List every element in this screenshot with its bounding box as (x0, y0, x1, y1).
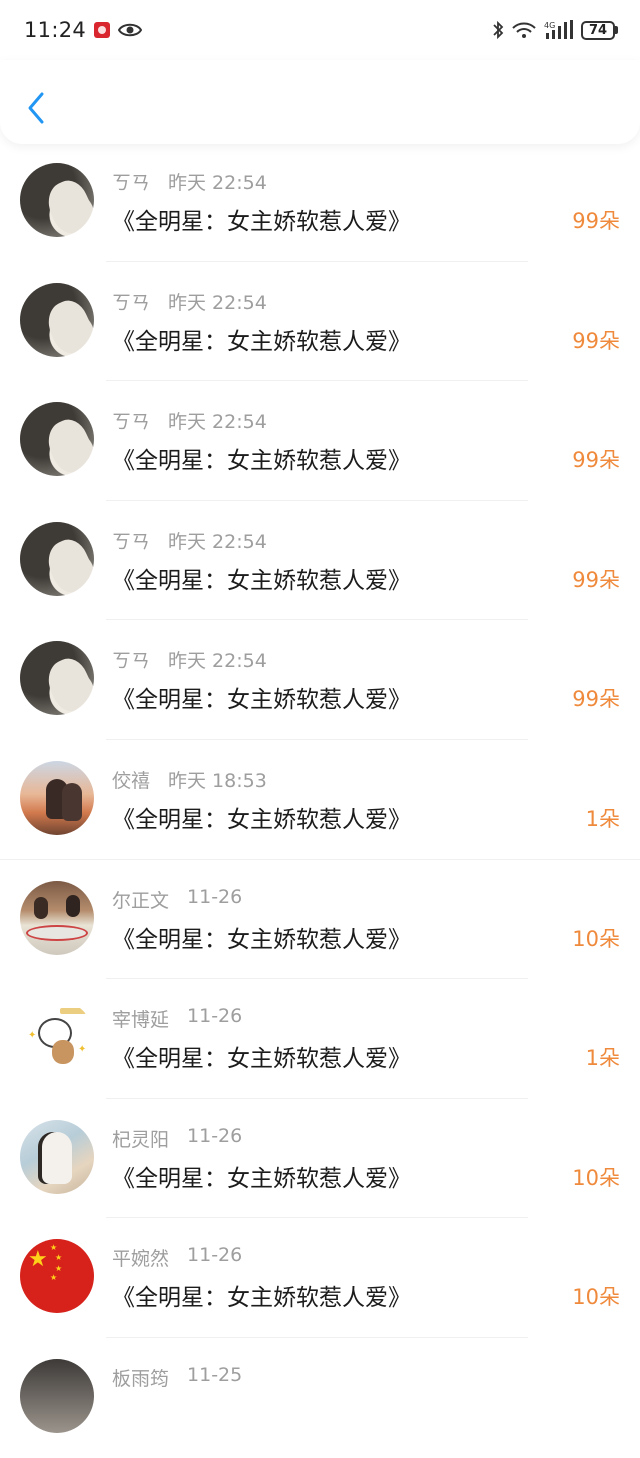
list-item[interactable]: 杞灵阳 11-26 《全明星：女主娇软惹人爱》 10朵 (0, 1099, 640, 1219)
avatar[interactable] (20, 1358, 94, 1433)
back-button[interactable] (18, 86, 54, 130)
avatar[interactable] (20, 760, 94, 835)
row-meta: ㄎㄢ 昨天 22:54 (112, 407, 267, 434)
avatar[interactable] (20, 402, 94, 477)
flower-count: 10朵 (572, 1165, 620, 1190)
list-item[interactable]: ㄎㄢ 昨天 22:54 《全明星：女主娇软惹人爱》 99朵 (0, 620, 640, 740)
avatar[interactable]: ★ ★ ★ ★ ★ (20, 1239, 94, 1314)
book-title: 《全明星：女主娇软惹人爱》 (112, 567, 411, 594)
gift-time: 11-26 (187, 1005, 243, 1028)
user-name: ㄎㄢ (112, 172, 151, 194)
user-name: 宰博延 (112, 1009, 170, 1032)
user-name: 佼禧 (112, 769, 151, 792)
gift-time: 昨天 22:54 (168, 530, 267, 553)
signal-icon: 4G (544, 20, 573, 39)
book-title: 《全明星：女主娇软惹人爱》 (112, 1165, 411, 1192)
row-meta: 宰博延 11-26 (112, 1005, 242, 1032)
gift-time: 11-26 (187, 1244, 243, 1267)
row-meta: ㄎㄢ 昨天 22:54 (112, 527, 267, 554)
row-meta: 平婉然 11-26 (112, 1244, 242, 1271)
gift-time: 昨天 22:54 (168, 172, 267, 194)
row-meta: 尔正文 11-26 (112, 886, 242, 913)
list-item[interactable]: 佼禧 昨天 18:53 《全明星：女主娇软惹人爱》 1朵 (0, 740, 640, 860)
user-name: ㄎㄢ (112, 650, 151, 673)
flower-count: 10朵 (572, 1285, 620, 1310)
chevron-left-icon (28, 92, 44, 124)
row-meta: ㄎㄢ 昨天 22:54 (112, 168, 267, 195)
user-name: ㄎㄢ (112, 530, 151, 553)
book-title: 《全明星：女主娇软惹人爱》 (112, 448, 411, 475)
user-name: 尔正文 (112, 889, 170, 912)
flower-count: 10朵 (572, 926, 620, 951)
list-item[interactable]: 尔正文 11-26 《全明星：女主娇软惹人爱》 10朵 (0, 860, 640, 980)
book-title: 《全明星：女主娇软惹人爱》 (112, 1285, 411, 1312)
book-title: 《全明星：女主娇软惹人爱》 (112, 209, 411, 235)
avatar[interactable] (20, 163, 94, 237)
svg-text:4G: 4G (544, 21, 555, 30)
flower-count: 99朵 (572, 209, 620, 233)
user-name: 杞灵阳 (112, 1128, 170, 1151)
flower-count: 1朵 (585, 1046, 620, 1071)
battery-icon: 74 (581, 20, 618, 40)
book-title: 《全明星：女主娇软惹人爱》 (112, 926, 411, 953)
user-name: ㄎㄢ (112, 411, 151, 434)
row-meta: 杞灵阳 11-26 (112, 1125, 242, 1152)
list-item[interactable]: ㄎㄢ 昨天 22:54 《全明星：女主娇软惹人爱》 99朵 (0, 501, 640, 621)
wifi-icon (512, 22, 536, 38)
book-title: 《全明星：女主娇软惹人爱》 (112, 1046, 411, 1073)
list-item[interactable]: 板雨筠 11-25 (0, 1338, 640, 1458)
row-meta: 佼禧 昨天 18:53 (112, 766, 267, 793)
avatar[interactable] (20, 521, 94, 596)
avatar[interactable] (20, 282, 94, 357)
nav-bar (0, 60, 640, 144)
flower-count: 99朵 (572, 687, 620, 712)
user-name: 平婉然 (112, 1248, 170, 1271)
book-title: 《全明星：女主娇软惹人爱》 (112, 806, 411, 833)
gift-time: 昨天 22:54 (168, 291, 267, 314)
gift-time: 11-26 (187, 885, 243, 908)
app-notification-icon (94, 22, 111, 38)
gift-time: 昨天 22:54 (168, 650, 267, 673)
flower-count: 1朵 (585, 806, 620, 831)
row-meta: ㄎㄢ 昨天 22:54 (112, 646, 267, 673)
status-time: 11:24 (24, 18, 87, 42)
list-item[interactable]: ㄎㄢ 昨天 22:54 《全明星：女主娇软惹人爱》 99朵 (0, 262, 640, 382)
flower-count: 99朵 (572, 448, 620, 473)
avatar[interactable] (20, 1119, 94, 1194)
row-meta: ㄎㄢ 昨天 22:54 (112, 288, 267, 315)
list-item[interactable]: ㄎㄢ 昨天 22:54 《全明星：女主娇软惹人爱》 99朵 (0, 142, 640, 262)
gift-time: 11-26 (187, 1124, 243, 1147)
avatar[interactable] (20, 641, 94, 716)
avatar[interactable] (20, 880, 94, 955)
book-title: 《全明星：女主娇软惹人爱》 (112, 687, 411, 714)
flower-count: 99朵 (572, 328, 620, 353)
gift-time: 昨天 22:54 (168, 411, 267, 434)
list-item[interactable]: ★ ★ ★ ★ ★ 平婉然 11-26 《全明星：女主娇软惹人爱》 10朵 (0, 1218, 640, 1338)
book-title: 《全明星：女主娇软惹人爱》 (112, 328, 411, 355)
bluetooth-icon (493, 20, 504, 40)
gift-list: ㄎㄢ 昨天 22:54 《全明星：女主娇软惹人爱》 99朵 ㄎㄢ 昨天 22:54 《全明星… (0, 142, 640, 1458)
user-name: ㄎㄢ (112, 291, 151, 314)
avatar[interactable]: ✦ ✦ (20, 1000, 94, 1075)
flower-count: 99朵 (572, 567, 620, 592)
gift-time: 昨天 18:53 (168, 769, 267, 792)
list-item[interactable]: ㄎㄢ 昨天 22:54 《全明星：女主娇软惹人爱》 99朵 (0, 381, 640, 501)
list-item[interactable]: ✦ ✦ 宰博延 11-26 《全明星：女主娇软惹人爱》 1朵 (0, 979, 640, 1099)
status-bar: 11:24 4G 74 (0, 0, 640, 60)
battery-level: 74 (581, 20, 615, 40)
eye-icon (118, 23, 143, 37)
